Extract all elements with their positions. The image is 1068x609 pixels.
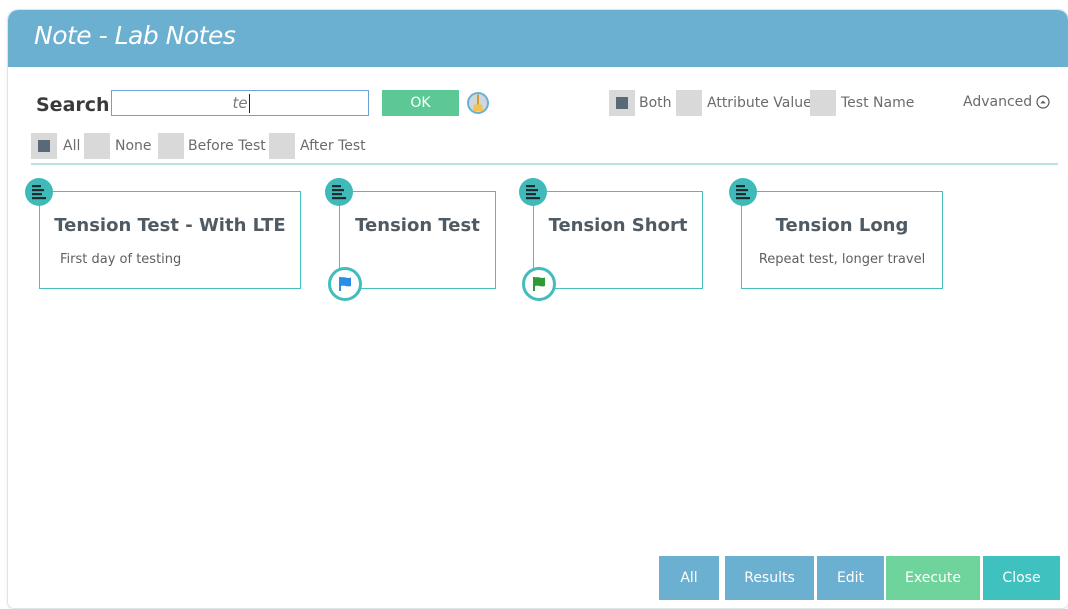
blue-flag-icon[interactable] (328, 267, 362, 301)
after-test-label: After Test (300, 138, 366, 154)
note-dialog: Note - Lab Notes Search OK Both Attribut… (8, 10, 1068, 608)
green-flag-icon[interactable] (522, 267, 556, 301)
chevron-up-circle-icon (1036, 95, 1050, 109)
note-card[interactable]: Tension Long Repeat test, longer travel (741, 191, 943, 289)
note-card-title: Tension Long (775, 215, 909, 236)
note-lines-icon (729, 178, 757, 206)
results-button[interactable]: Results (725, 556, 814, 600)
search-label: Search (36, 94, 110, 116)
note-card[interactable]: Tension Test - With LTE First day of tes… (39, 191, 301, 289)
advanced-label: Advanced (963, 94, 1033, 110)
advanced-toggle[interactable]: Advanced (963, 94, 1050, 110)
divider (31, 163, 1058, 165)
all-button[interactable]: All (659, 556, 719, 600)
close-button[interactable]: Close (983, 556, 1060, 600)
title-bar: Note - Lab Notes (8, 10, 1068, 67)
both-checkbox[interactable] (609, 90, 635, 116)
test-name-checkbox[interactable] (810, 90, 836, 116)
execute-button[interactable]: Execute (886, 556, 980, 600)
note-card-description: First day of testing (60, 252, 182, 267)
attribute-value-label: Attribute Value (707, 95, 812, 111)
edit-button[interactable]: Edit (817, 556, 884, 600)
note-lines-icon (519, 178, 547, 206)
none-checkbox[interactable] (84, 133, 110, 159)
before-test-label: Before Test (188, 138, 266, 154)
all-filter-label: All (63, 138, 81, 154)
none-filter-label: None (115, 138, 152, 154)
dialog-title: Note - Lab Notes (34, 21, 236, 50)
note-card-title: Tension Test - With LTE (54, 215, 286, 236)
note-card-description: Repeat test, longer travel (758, 252, 926, 267)
both-label: Both (639, 95, 672, 111)
before-test-checkbox[interactable] (158, 133, 184, 159)
text-caret (249, 94, 250, 113)
note-card[interactable]: Tension Test (339, 191, 496, 289)
attribute-value-checkbox[interactable] (676, 90, 702, 116)
note-card-title: Tension Test (355, 215, 480, 236)
note-lines-icon (325, 178, 353, 206)
all-checkbox[interactable] (31, 133, 57, 159)
note-card-title: Tension Short (548, 215, 688, 236)
after-test-checkbox[interactable] (269, 133, 295, 159)
search-input[interactable] (111, 90, 369, 116)
broom-clear-icon[interactable] (466, 91, 490, 115)
note-card[interactable]: Tension Short (533, 191, 703, 289)
ok-button[interactable]: OK (382, 90, 459, 116)
test-name-label: Test Name (841, 95, 915, 111)
note-lines-icon (25, 178, 53, 206)
